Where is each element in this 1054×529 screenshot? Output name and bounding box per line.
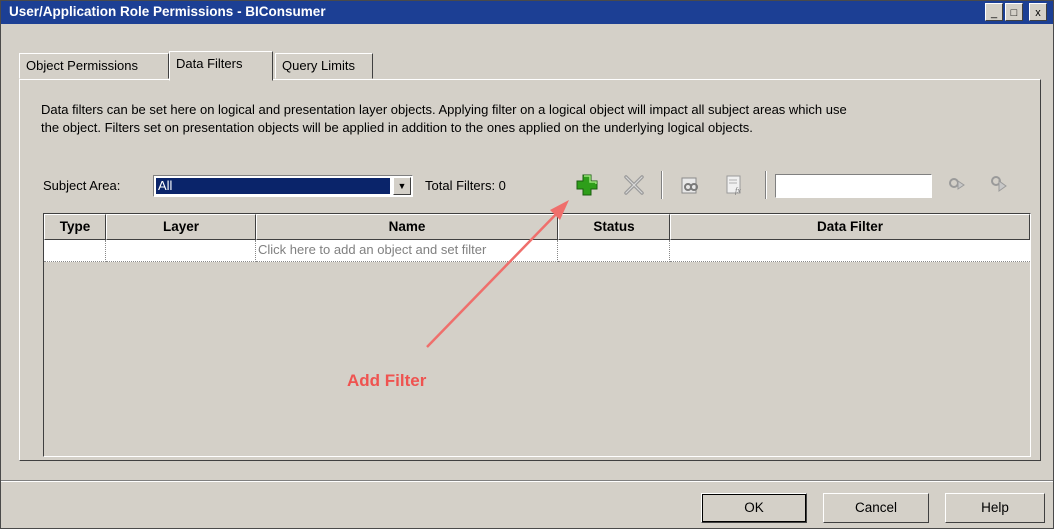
dialog-window: User/Application Role Permissions - BICo… — [0, 0, 1054, 529]
ok-button[interactable]: OK — [701, 493, 807, 523]
footer-divider — [1, 480, 1053, 482]
help-button[interactable]: Help — [945, 493, 1045, 523]
annotation-label: Add Filter — [347, 371, 427, 390]
annotation-arrow — [426, 200, 569, 348]
tab-data-filters[interactable]: Data Filters — [169, 51, 273, 81]
cancel-button[interactable]: Cancel — [823, 493, 929, 523]
